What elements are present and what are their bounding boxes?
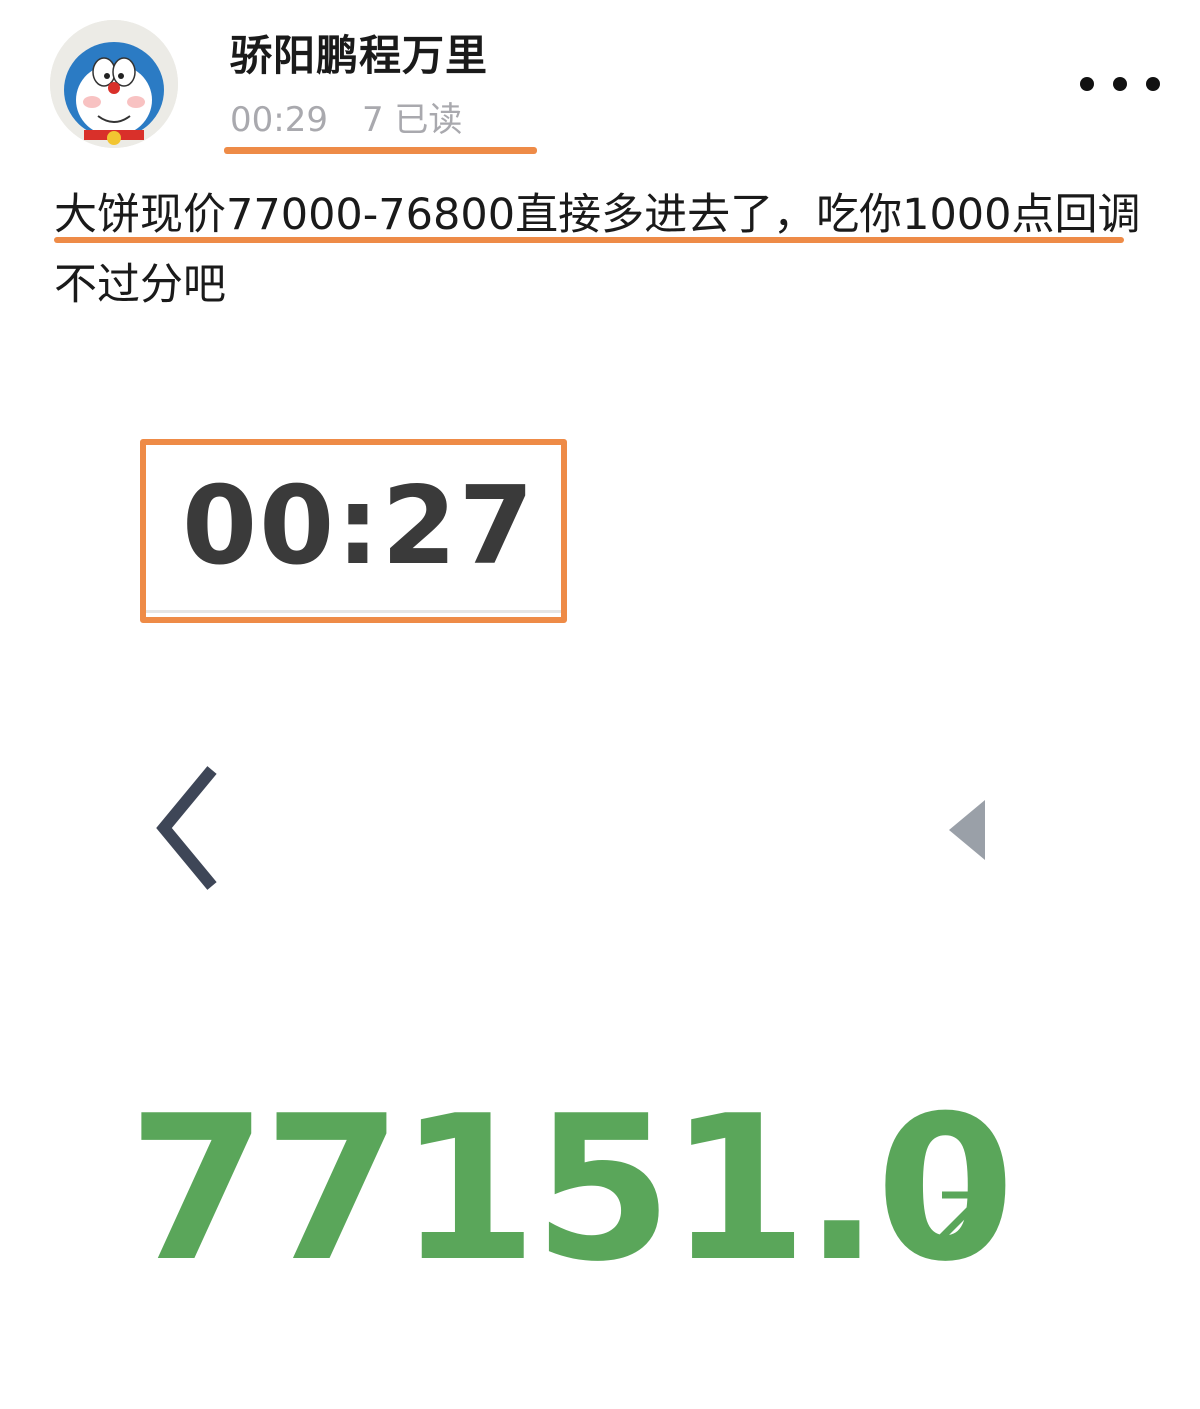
post-meta: 00:29 7 已读 bbox=[230, 92, 462, 141]
post-time: 00:29 bbox=[230, 100, 328, 140]
meta-highlight-underline bbox=[224, 147, 537, 154]
more-dot-icon bbox=[1146, 77, 1160, 91]
triangle-left-icon[interactable] bbox=[945, 798, 990, 863]
more-dot-icon bbox=[1080, 77, 1094, 91]
more-options-button[interactable] bbox=[1080, 66, 1160, 102]
clock-highlight-box: 00:27 bbox=[140, 439, 567, 623]
text-highlight-underline bbox=[54, 237, 1124, 243]
author-name[interactable]: 骄阳鹏程万里 bbox=[230, 22, 488, 83]
read-count[interactable]: 7 已读 bbox=[362, 100, 462, 140]
price-display: 77151.0 bbox=[120, 1080, 1020, 1300]
screenshot-clock: 00:27 bbox=[182, 464, 536, 589]
chevron-left-icon[interactable] bbox=[150, 760, 230, 900]
more-dot-icon bbox=[1113, 77, 1127, 91]
author-avatar[interactable] bbox=[50, 20, 178, 148]
current-price: 77151.0 bbox=[128, 1073, 1015, 1306]
post-body-text: 大饼现价77000-76800直接多进去了，吃你1000点回调不过分吧 bbox=[54, 190, 1141, 310]
arrow-up-right-icon bbox=[923, 1191, 988, 1256]
status-bar-divider bbox=[146, 610, 561, 613]
